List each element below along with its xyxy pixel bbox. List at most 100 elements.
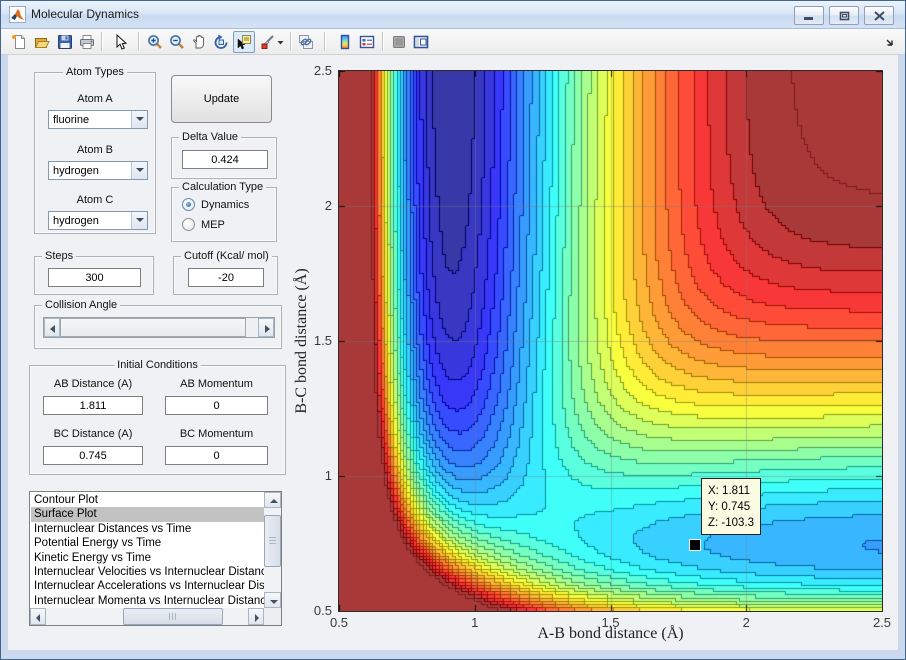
atom-a-label: Atom A (77, 93, 113, 105)
scroll-right-button[interactable] (248, 608, 264, 625)
y-tick-label: 2 (324, 198, 332, 213)
list-item[interactable]: Internuclear Momenta vs Internuclear Dis… (31, 594, 264, 608)
y-tick-label: 0.5 (313, 603, 332, 618)
atom-c-dropdown-button[interactable] (131, 212, 147, 229)
ab-momentum-field[interactable] (165, 396, 268, 415)
pointer-icon[interactable] (113, 33, 129, 50)
data-cursor-icon[interactable] (233, 31, 255, 53)
delta-value-panel: Delta Value (171, 131, 277, 179)
toolbar-separator (324, 32, 325, 51)
arrow-down-icon (270, 600, 278, 604)
restore-icon (839, 11, 849, 20)
scroll-down-button[interactable] (264, 592, 281, 608)
listbox-vertical-scrollbar[interactable] (264, 492, 281, 608)
slider-thumb[interactable] (60, 318, 246, 337)
restore-button[interactable] (829, 6, 859, 25)
atom-a-dropdown-button[interactable] (131, 111, 147, 128)
scroll-left-button[interactable] (30, 608, 46, 625)
steps-panel: Steps (34, 250, 154, 295)
update-button[interactable]: Update (171, 75, 272, 123)
collision-angle-label: Collision Angle (42, 299, 121, 312)
y-tick-label: 1 (324, 468, 332, 483)
scrollbar-corner (264, 608, 281, 625)
bc-distance-field[interactable] (43, 446, 143, 465)
chevron-down-icon (136, 168, 144, 172)
datatip-marker[interactable] (689, 539, 701, 551)
slider-right-arrow[interactable] (258, 318, 274, 337)
atom-c-label: Atom C (76, 194, 114, 206)
slider-left-arrow[interactable] (44, 318, 60, 337)
zoom-in-icon[interactable] (147, 34, 163, 50)
listbox-rows: Contour Plot Surface Plot Internuclear Dis… (31, 493, 264, 608)
horizontal-scroll-thumb[interactable] (123, 608, 223, 625)
arrow-right-icon (265, 325, 270, 333)
plot-type-listbox[interactable]: Contour Plot Surface Plot Internuclear Dis… (29, 491, 282, 626)
minimize-button[interactable] (794, 6, 824, 25)
atom-b-dropdown[interactable]: hydrogen (48, 161, 148, 180)
toolbar-overflow-icon[interactable] (885, 34, 901, 50)
list-item[interactable]: Surface Plot (31, 507, 264, 522)
list-item[interactable]: Internuclear Distances vs Time (31, 522, 264, 536)
list-item[interactable]: Internuclear Accelerations vs Internucle… (31, 579, 264, 593)
link-plot-icon[interactable] (298, 34, 314, 50)
rotate-3d-icon[interactable] (213, 34, 229, 50)
list-item[interactable]: Contour Plot (31, 493, 264, 507)
collision-angle-slider[interactable] (43, 317, 275, 338)
matlab-icon (9, 6, 26, 23)
brush-icon[interactable] (259, 34, 275, 50)
atom-b-dropdown-button[interactable] (131, 162, 147, 179)
close-button[interactable] (864, 6, 894, 25)
scroll-up-button[interactable] (264, 492, 281, 508)
datatip-z: Z: -103.3 (708, 517, 755, 529)
list-item[interactable]: Kinetic Energy vs Time (31, 551, 264, 565)
steps-field[interactable] (48, 268, 141, 287)
mep-radio[interactable] (182, 218, 195, 231)
arrow-up-icon (270, 499, 278, 503)
dynamics-radio[interactable] (182, 198, 195, 211)
insert-legend-icon[interactable] (359, 34, 375, 50)
atom-b-value: hydrogen (53, 165, 99, 177)
listbox-horizontal-scrollbar[interactable] (30, 608, 264, 625)
figure-toolbar (1, 29, 905, 55)
initial-conditions-panel: Initial Conditions AB Distance (A) AB Mo… (29, 359, 286, 475)
ab-distance-field[interactable] (43, 396, 143, 415)
delta-value-field[interactable] (182, 150, 268, 169)
title-bar[interactable]: Molecular Dynamics (1, 1, 905, 29)
window-controls (794, 6, 894, 25)
potential-surface-plot[interactable] (339, 71, 882, 611)
insert-colorbar-icon[interactable] (337, 34, 353, 50)
chevron-down-icon (136, 117, 144, 121)
show-plot-tools-icon[interactable] (413, 34, 429, 50)
x-axis-label: A-B bond distance (Å) (537, 625, 684, 642)
window-frame-right (898, 55, 905, 659)
save-figure-icon[interactable] (57, 34, 73, 50)
new-figure-icon[interactable] (11, 34, 27, 50)
window-frame-bottom (1, 650, 905, 659)
toolbar-separator (138, 32, 139, 51)
list-item[interactable]: Internuclear Velocities vs Internuclear … (31, 565, 264, 579)
bc-momentum-field[interactable] (165, 446, 268, 465)
atom-a-dropdown[interactable]: fluorine (48, 110, 148, 129)
datatip-box[interactable]: X: 1.811 Y: 0.745 Z: -103.3 (701, 478, 762, 535)
zoom-out-icon[interactable] (169, 34, 185, 50)
arrow-left-icon (50, 325, 55, 333)
y-axis-label: B-C bond distance (Å) (293, 268, 310, 414)
chevron-down-icon (136, 218, 144, 222)
cutoff-field[interactable] (188, 268, 264, 287)
scroll-grip-icon (169, 613, 177, 620)
window-frame-left (1, 55, 8, 659)
hide-plot-tools-icon[interactable] (391, 34, 407, 50)
calculation-type-label: Calculation Type (179, 181, 267, 194)
atom-b-label: Atom B (76, 144, 114, 156)
calculation-type-panel: Calculation Type Dynamics MEP (171, 181, 277, 242)
pan-icon[interactable] (191, 34, 207, 50)
list-item[interactable]: Potential Energy vs Time (31, 536, 264, 550)
plot-axes (338, 70, 883, 612)
vertical-scroll-thumb[interactable] (264, 515, 281, 567)
steps-label: Steps (42, 250, 77, 263)
toolbar-separator (382, 32, 383, 51)
print-figure-icon[interactable] (79, 34, 95, 50)
brush-dropdown-icon[interactable] (277, 34, 293, 50)
open-file-icon[interactable] (34, 34, 50, 50)
atom-c-dropdown[interactable]: hydrogen (48, 211, 148, 230)
